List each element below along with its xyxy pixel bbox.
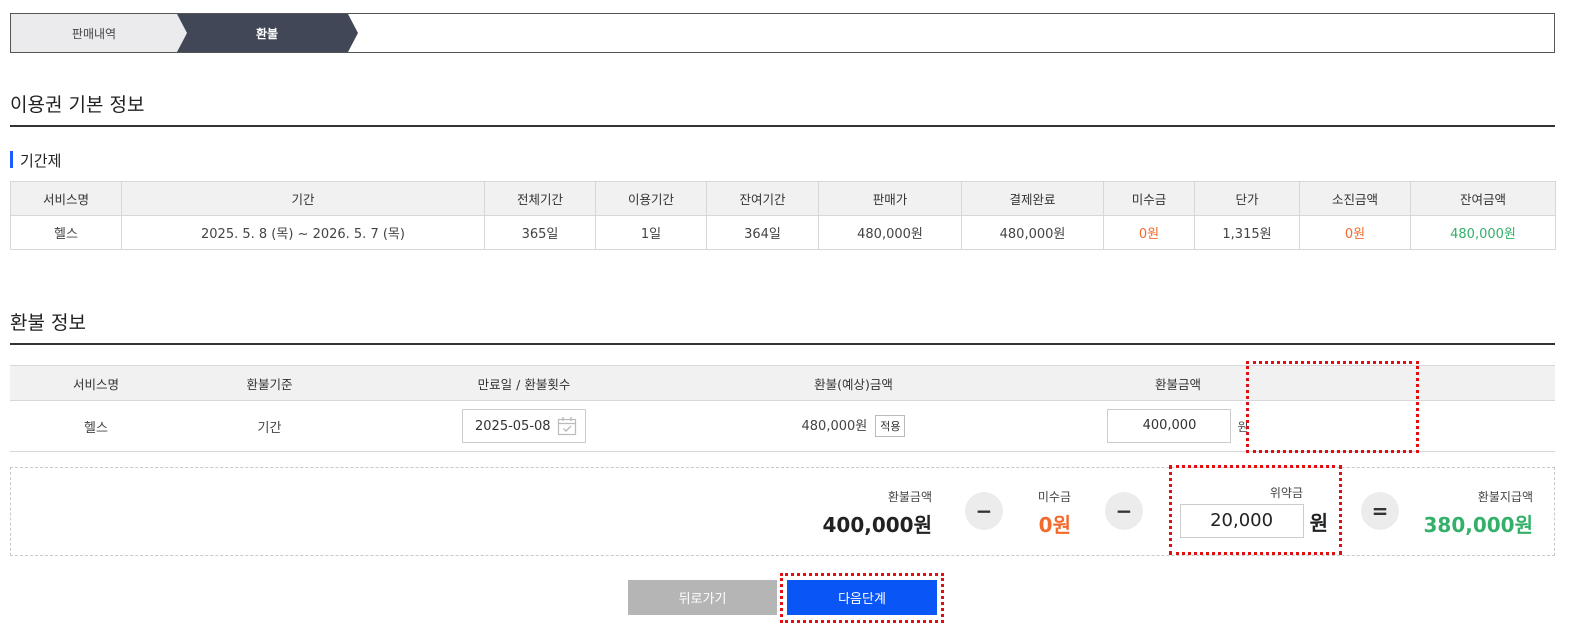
column-header: 소진금액 — [1299, 181, 1411, 216]
section-divider — [10, 125, 1555, 127]
minus-icon: − — [965, 492, 1003, 530]
calc-unpaid: 미수금 0원 — [1038, 488, 1071, 538]
cell-empty — [1340, 400, 1555, 452]
penalty-input[interactable]: 20,000 — [1179, 504, 1304, 538]
cell-refund-amount: 400,000 원 — [1016, 400, 1340, 452]
calendar-icon[interactable] — [557, 416, 577, 436]
table-header-row: 서비스명 환불기준 만료일 / 환불횟수 환불(예상)금액 환불금액 — [10, 365, 1555, 401]
minus-icon: − — [1105, 492, 1143, 530]
breadcrumb-item-refund[interactable]: 환불 — [177, 14, 358, 52]
column-header: 환불금액 — [1016, 365, 1340, 401]
sub-title-period-type: 기간제 — [10, 150, 61, 171]
cell-consumed: 0원 — [1299, 215, 1411, 250]
column-header: 단가 — [1194, 181, 1300, 216]
table-row: 헬스 기간 2025-05-08 480,000원 적용 400,000 원 — [10, 400, 1555, 452]
column-header: 환불(예상)금액 — [691, 365, 1016, 401]
cell-remaining-period: 364일 — [706, 215, 819, 250]
calc-penalty-label: 위약금 — [1269, 486, 1303, 500]
calc-unpaid-label: 미수금 — [1037, 490, 1071, 504]
equals-icon: = — [1361, 492, 1399, 530]
column-header: 결제완료 — [961, 181, 1104, 216]
calc-refund-label: 환불금액 — [887, 490, 932, 504]
next-step-button[interactable]: 다음단계 — [787, 580, 937, 615]
column-header: 기간 — [121, 181, 485, 216]
cell-paid: 480,000원 — [961, 215, 1104, 250]
cell-expected-amount: 480,000원 적용 — [691, 400, 1016, 452]
column-header: 전체기간 — [484, 181, 596, 216]
column-header: 서비스명 — [10, 365, 182, 401]
column-header: 잔여기간 — [706, 181, 819, 216]
expected-amount-value: 480,000원 — [801, 418, 868, 434]
cell-service: 헬스 — [10, 400, 182, 452]
cell-used-period: 1일 — [595, 215, 707, 250]
calc-payout-label: 환불지급액 — [1477, 490, 1533, 504]
breadcrumb: 판매내역 환불 — [10, 13, 1555, 53]
column-header: 판매가 — [818, 181, 962, 216]
column-header: 미수금 — [1103, 181, 1195, 216]
calc-refund-amount: 환불금액 400,000원 — [823, 488, 933, 538]
table-row: 헬스 2025. 5. 8 (목) ~ 2026. 5. 7 (목) 365일 … — [10, 215, 1556, 250]
cell-basis: 기간 — [182, 400, 357, 452]
refund-calculation-box: 환불금액 400,000원 − 미수금 0원 − 위약금 20,000 원 = 환… — [10, 467, 1555, 556]
basic-info-table: 서비스명 기간 전체기간 이용기간 잔여기간 판매가 결제완료 미수금 단가 소… — [10, 181, 1556, 250]
breadcrumb-label: 환불 — [255, 26, 279, 41]
refund-amount-input[interactable]: 400,000 — [1107, 409, 1232, 443]
section-title-basic-info: 이용권 기본 정보 — [10, 94, 145, 116]
table-header-row: 서비스명 기간 전체기간 이용기간 잔여기간 판매가 결제완료 미수금 단가 소… — [10, 181, 1556, 216]
column-header-empty — [1340, 365, 1555, 401]
cell-total-period: 365일 — [484, 215, 596, 250]
cell-sale-price: 480,000원 — [818, 215, 962, 250]
calc-payout: 환불지급액 380,000원 — [1424, 488, 1534, 538]
accent-bar — [10, 151, 13, 168]
currency-unit: 원 — [1237, 419, 1249, 434]
column-header: 만료일 / 환불횟수 — [357, 365, 691, 401]
column-header: 이용기간 — [595, 181, 707, 216]
column-header: 환불기준 — [182, 365, 357, 401]
calc-penalty: 위약금 20,000 원 — [1179, 484, 1328, 538]
column-header: 잔여금액 — [1410, 181, 1556, 216]
breadcrumb-item-sales-history[interactable]: 판매내역 — [11, 14, 187, 52]
expiry-date-picker[interactable]: 2025-05-08 — [462, 409, 586, 443]
column-header: 서비스명 — [10, 181, 122, 216]
cell-remaining-amount: 480,000원 — [1410, 215, 1556, 250]
calc-payout-value: 380,000원 — [1423, 513, 1534, 537]
cell-unpaid: 0원 — [1103, 215, 1195, 250]
back-button[interactable]: 뒤로가기 — [628, 580, 777, 615]
section-divider — [10, 343, 1555, 345]
apply-button[interactable]: 적용 — [875, 415, 906, 438]
currency-unit: 원 — [1309, 510, 1328, 535]
cell-service: 헬스 — [10, 215, 122, 250]
cell-unit-price: 1,315원 — [1194, 215, 1300, 250]
breadcrumb-label: 판매내역 — [71, 26, 117, 41]
section-title-refund-info: 환불 정보 — [10, 312, 86, 334]
cell-period: 2025. 5. 8 (목) ~ 2026. 5. 7 (목) — [121, 215, 485, 250]
calc-refund-value: 400,000원 — [822, 513, 933, 537]
expiry-date-value: 2025-05-08 — [475, 418, 551, 434]
cell-expiry: 2025-05-08 — [357, 400, 691, 452]
refund-info-table: 서비스명 환불기준 만료일 / 환불횟수 환불(예상)금액 환불금액 헬스 기간… — [10, 365, 1555, 452]
sub-title-label: 기간제 — [20, 152, 62, 170]
calc-unpaid-value: 0원 — [1038, 513, 1071, 537]
